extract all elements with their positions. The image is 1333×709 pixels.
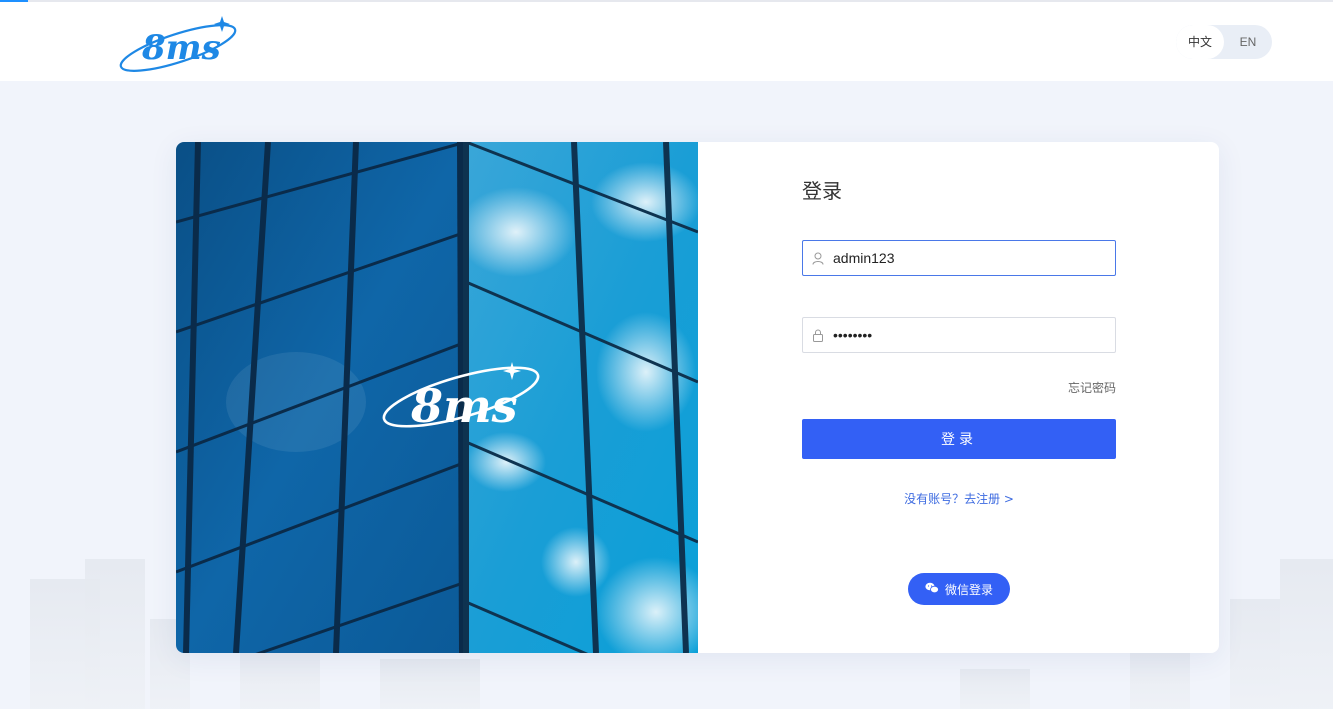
top-strip: [0, 0, 1333, 2]
login-button[interactable]: 登录: [802, 419, 1116, 459]
brand-logo[interactable]: 8ms: [116, 14, 244, 72]
username-field[interactable]: [802, 240, 1116, 276]
login-card: 8ms 登录 忘记密码 登录 没有账: [176, 142, 1219, 653]
lock-icon: [803, 318, 833, 352]
wechat-login-button[interactable]: 微信登录: [908, 573, 1010, 605]
wechat-login-label: 微信登录: [944, 582, 993, 597]
login-form: 登录 忘记密码 登录 没有账号？去注册 >: [802, 142, 1116, 653]
hero-logo-text: 8ms: [410, 379, 518, 433]
lang-zh-button[interactable]: 中文: [1176, 25, 1224, 59]
hero-image: 8ms: [176, 142, 698, 653]
username-input[interactable]: [833, 242, 1103, 274]
password-input[interactable]: [833, 319, 1103, 351]
top-header: 8ms 中文 EN: [0, 0, 1333, 81]
wechat-icon: [925, 582, 939, 597]
user-icon: [803, 241, 833, 275]
brand-logo-text: 8ms: [141, 28, 221, 68]
lang-en-button[interactable]: EN: [1224, 25, 1272, 59]
password-field[interactable]: [802, 317, 1116, 353]
login-title: 登录: [802, 179, 842, 203]
language-switch[interactable]: 中文 EN: [1176, 25, 1272, 59]
forgot-password-link[interactable]: 忘记密码: [1068, 379, 1116, 396]
top-strip-accent: [0, 0, 28, 2]
register-link[interactable]: 没有账号？去注册 >: [802, 490, 1116, 507]
